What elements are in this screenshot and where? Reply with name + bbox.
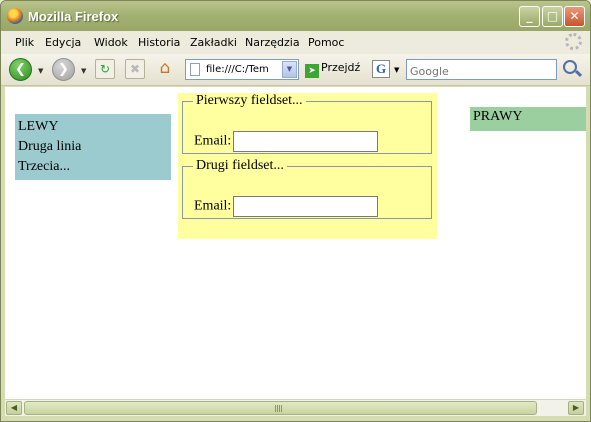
back-arrow-icon[interactable]: ❮ bbox=[9, 58, 32, 81]
menu-historia[interactable]: Historia bbox=[138, 36, 180, 49]
second-email-field[interactable] bbox=[233, 196, 379, 217]
menu-zakladki[interactable]: Zakładki bbox=[190, 36, 237, 49]
second-fieldset: Drugi fieldset... Email: bbox=[182, 158, 432, 219]
go-arrow-icon: ➤ bbox=[305, 64, 319, 78]
scroll-left-arrow-icon[interactable]: ◀ bbox=[6, 401, 22, 415]
minimize-button[interactable]: _ bbox=[519, 6, 540, 27]
go-label: Przejdź bbox=[321, 61, 361, 74]
first-fieldset: Pierwszy fieldset... Email: bbox=[182, 93, 432, 154]
page-icon bbox=[190, 63, 200, 76]
navigation-toolbar: ❮ ▼ ❯ ▼ ↻ ✖ ⌂ ▼ ➤Przejdź G ▼ bbox=[1, 54, 590, 86]
right-box: PRAWY bbox=[470, 107, 586, 131]
page-content: LEWY Druga linia Trzecia... Pierwszy fie… bbox=[5, 87, 586, 399]
first-fieldset-legend: Pierwszy fieldset... bbox=[196, 93, 303, 108]
menu-bar: Plik Edycja Widok Historia Zakładki Narz… bbox=[1, 31, 590, 54]
scrollbar-thumb[interactable] bbox=[24, 401, 537, 415]
go-button[interactable]: ➤ Przejdź bbox=[305, 61, 360, 79]
scroll-right-arrow-icon[interactable]: ▶ bbox=[568, 401, 584, 415]
left-box-line-1: LEWY bbox=[18, 119, 59, 134]
magnifier-icon[interactable] bbox=[563, 60, 577, 74]
menu-narzedzia[interactable]: Narzędzia bbox=[245, 36, 300, 49]
menu-widok[interactable]: Widok bbox=[94, 36, 128, 49]
reload-icon[interactable]: ↻ bbox=[95, 59, 115, 79]
firefox-logo-icon bbox=[7, 8, 23, 24]
maximize-button[interactable]: □ bbox=[542, 6, 563, 27]
forward-arrow-icon[interactable]: ❯ bbox=[52, 58, 75, 81]
scrollbar-grip-icon bbox=[275, 405, 283, 412]
search-input[interactable] bbox=[406, 59, 557, 80]
search-engine-icon[interactable]: G bbox=[372, 60, 390, 78]
address-bar[interactable]: ▼ bbox=[185, 59, 299, 80]
home-icon[interactable]: ⌂ bbox=[153, 59, 177, 79]
middle-box: Pierwszy fieldset... Email: Drugi fields… bbox=[178, 93, 437, 239]
window-title: Mozilla Firefox bbox=[28, 9, 119, 24]
menu-edycja[interactable]: Edycja bbox=[45, 36, 81, 49]
search-engine-dropdown-icon[interactable]: ▼ bbox=[394, 66, 399, 74]
second-fieldset-legend: Drugi fieldset... bbox=[196, 158, 284, 173]
first-email-label: Email: bbox=[194, 133, 232, 149]
left-box-line-2: Druga linia bbox=[18, 139, 82, 154]
activity-throbber-icon bbox=[565, 33, 582, 50]
back-history-dropdown-icon[interactable]: ▼ bbox=[38, 67, 43, 75]
forward-history-dropdown-icon[interactable]: ▼ bbox=[81, 67, 86, 75]
left-box: LEWY Druga linia Trzecia... bbox=[15, 114, 171, 180]
left-box-line-3: Trzecia... bbox=[18, 159, 70, 174]
stop-icon[interactable]: ✖ bbox=[125, 59, 145, 79]
title-bar: Mozilla Firefox _ □ ✕ bbox=[1, 1, 590, 31]
menu-plik[interactable]: Plik bbox=[15, 36, 34, 49]
browser-window: Mozilla Firefox _ □ ✕ Plik Edycja Widok … bbox=[0, 0, 591, 422]
first-email-field[interactable] bbox=[233, 131, 379, 152]
horizontal-scrollbar[interactable]: ◀ ▶ bbox=[5, 399, 586, 416]
second-email-label: Email: bbox=[194, 198, 232, 214]
url-dropdown-icon[interactable]: ▼ bbox=[282, 61, 297, 78]
menu-pomoc[interactable]: Pomoc bbox=[308, 36, 344, 49]
close-button[interactable]: ✕ bbox=[564, 6, 585, 27]
url-input[interactable] bbox=[206, 61, 284, 78]
